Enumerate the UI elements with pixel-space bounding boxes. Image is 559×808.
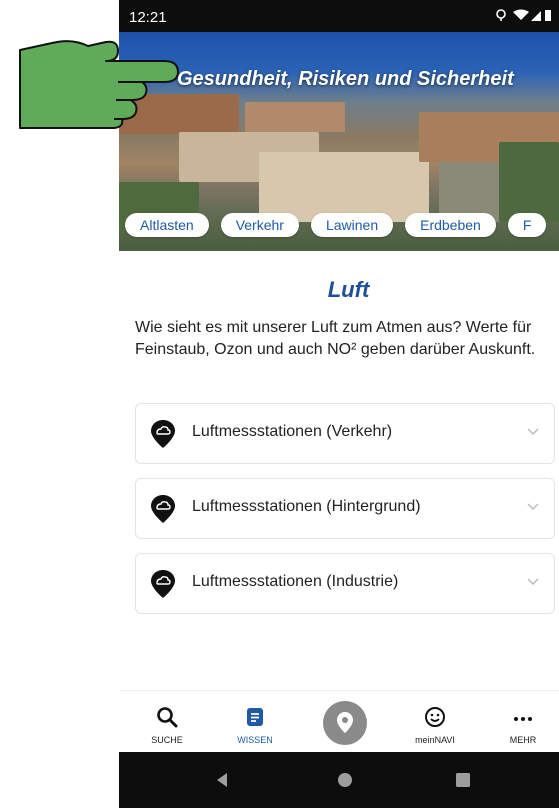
home-icon[interactable] bbox=[338, 773, 352, 787]
status-time: 12:21 bbox=[129, 9, 167, 26]
chevron-down-icon bbox=[527, 578, 539, 586]
pointing-hand-icon bbox=[19, 40, 179, 129]
cloud-pin-icon bbox=[151, 420, 175, 448]
hero-title: Gesundheit, Risiken und Sicherheit bbox=[177, 68, 514, 90]
section-intro: Wie sieht es mit unserer Luft zum Atmen … bbox=[135, 319, 536, 358]
nav-suche[interactable]: SUCHE bbox=[127, 691, 207, 749]
category-chips: Altlasten Verkehr Lawinen Erdbeben F bbox=[125, 213, 547, 237]
bottom-navigation: SUCHE WISSEN meinNAVI MEHR bbox=[119, 690, 559, 749]
nav-label: meinNAVI bbox=[415, 735, 455, 745]
system-navigation-bar bbox=[119, 752, 559, 808]
nav-label: WISSEN bbox=[237, 735, 273, 745]
recents-icon[interactable] bbox=[456, 773, 470, 787]
smiley-icon bbox=[425, 707, 445, 727]
section-title: Luft bbox=[327, 277, 370, 302]
accordion-hintergrund[interactable]: Luftmessstationen (Hintergrund) bbox=[135, 478, 555, 539]
back-icon[interactable] bbox=[217, 773, 227, 787]
nav-meinnavi[interactable]: meinNAVI bbox=[395, 691, 475, 749]
chevron-down-icon bbox=[527, 503, 539, 511]
chip-verkehr[interactable]: Verkehr bbox=[220, 213, 299, 237]
nav-label: SUCHE bbox=[151, 735, 183, 745]
document-icon bbox=[247, 708, 263, 726]
chevron-down-icon bbox=[527, 428, 539, 436]
map-fab[interactable] bbox=[323, 701, 367, 745]
accordion-label: Luftmessstationen (Industrie) bbox=[192, 573, 399, 590]
chip-erdbeben[interactable]: Erdbeben bbox=[405, 213, 496, 237]
nav-wissen[interactable]: WISSEN bbox=[215, 691, 295, 749]
nav-label: MEHR bbox=[509, 735, 537, 745]
more-icon bbox=[514, 717, 532, 721]
chip-lawinen[interactable]: Lawinen bbox=[310, 213, 394, 237]
chip-partial[interactable]: F bbox=[507, 213, 547, 237]
status-icons bbox=[493, 8, 553, 25]
nav-mehr[interactable]: MEHR bbox=[483, 691, 559, 749]
cloud-pin-icon bbox=[151, 570, 175, 598]
accordion-label: Luftmessstationen (Verkehr) bbox=[192, 423, 393, 440]
cloud-pin-icon bbox=[151, 495, 175, 523]
accordion-industrie[interactable]: Luftmessstationen (Industrie) bbox=[135, 553, 555, 614]
accordion-label: Luftmessstationen (Hintergrund) bbox=[192, 498, 421, 515]
accordion-verkehr[interactable]: Luftmessstationen (Verkehr) bbox=[135, 403, 555, 464]
location-pin-icon bbox=[337, 712, 353, 733]
status-bar: 12:21 bbox=[119, 0, 559, 32]
chip-altlasten[interactable]: Altlasten bbox=[125, 213, 209, 237]
search-icon bbox=[157, 707, 178, 728]
